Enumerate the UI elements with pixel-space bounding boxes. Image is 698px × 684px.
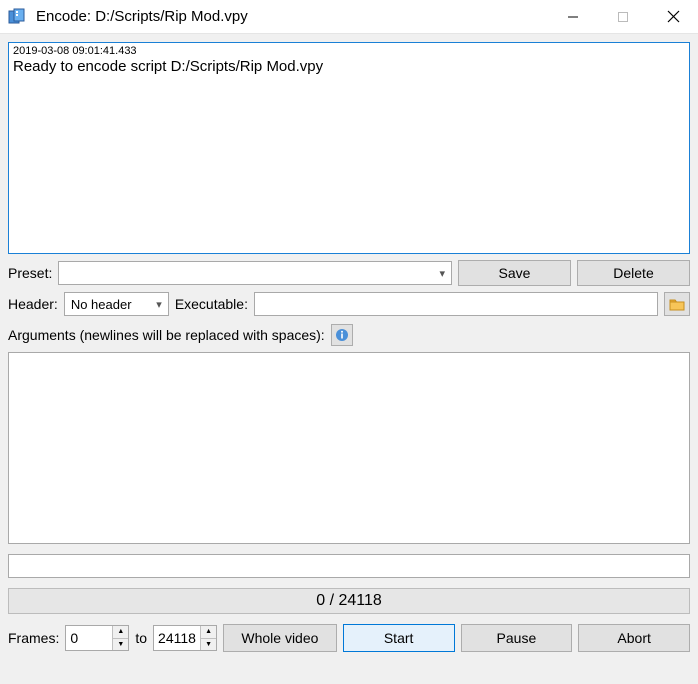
spin-up-icon[interactable]: ▲ [113,626,128,639]
commandline-output[interactable] [8,554,690,578]
log-output[interactable]: 2019-03-08 09:01:41.433 Ready to encode … [8,42,690,254]
preset-combo[interactable]: ▾ [58,261,452,285]
progress-bar: 0 / 24118 [8,588,690,614]
info-icon [335,328,349,342]
executable-input[interactable] [254,292,658,316]
frames-from-input[interactable] [66,626,112,650]
spin-buttons: ▲ ▼ [112,626,128,650]
window-title: Encode: D:/Scripts/Rip Mod.vpy [36,8,548,25]
delete-button[interactable]: Delete [577,260,690,286]
browse-button[interactable] [664,292,690,316]
folder-icon [669,297,685,311]
arguments-input[interactable] [8,352,690,544]
spin-down-icon[interactable]: ▼ [113,639,128,651]
log-message: Ready to encode script D:/Scripts/Rip Mo… [13,58,685,76]
abort-button[interactable]: Abort [578,624,690,652]
pause-button[interactable]: Pause [461,624,573,652]
maximize-button[interactable] [598,0,648,33]
frames-to-spinner[interactable]: ▲ ▼ [153,625,217,651]
arguments-label-row: Arguments (newlines will be replaced wit… [8,324,690,346]
save-button[interactable]: Save [458,260,571,286]
window-controls [548,0,698,33]
frames-row: Frames: ▲ ▼ to ▲ ▼ Whole video Start Pau… [8,624,690,652]
start-button[interactable]: Start [343,624,455,652]
spin-down-icon[interactable]: ▼ [201,639,216,651]
frames-label: Frames: [8,630,59,646]
frames-to-input[interactable] [154,626,200,650]
header-label: Header: [8,296,58,312]
close-button[interactable] [648,0,698,33]
preset-row: Preset: ▾ Save Delete [8,260,690,286]
spin-buttons: ▲ ▼ [200,626,216,650]
arguments-info-button[interactable] [331,324,353,346]
header-combo[interactable]: No header ▾ [64,292,169,316]
whole-video-button[interactable]: Whole video [223,624,337,652]
header-value: No header [71,297,132,312]
frames-from-spinner[interactable]: ▲ ▼ [65,625,129,651]
spin-up-icon[interactable]: ▲ [201,626,216,639]
executable-label: Executable: [175,296,248,312]
preset-label: Preset: [8,265,52,281]
chevron-down-icon: ▾ [439,267,445,280]
content-area: 2019-03-08 09:01:41.433 Ready to encode … [0,34,698,684]
header-row: Header: No header ▾ Executable: [8,292,690,316]
app-icon [6,6,28,28]
arguments-label: Arguments (newlines will be replaced wit… [8,327,325,343]
frames-to-label: to [135,630,147,646]
progress-text: 0 / 24118 [316,592,382,610]
titlebar: Encode: D:/Scripts/Rip Mod.vpy [0,0,698,34]
chevron-down-icon: ▾ [156,298,162,311]
log-timestamp: 2019-03-08 09:01:41.433 [13,45,685,58]
minimize-button[interactable] [548,0,598,33]
